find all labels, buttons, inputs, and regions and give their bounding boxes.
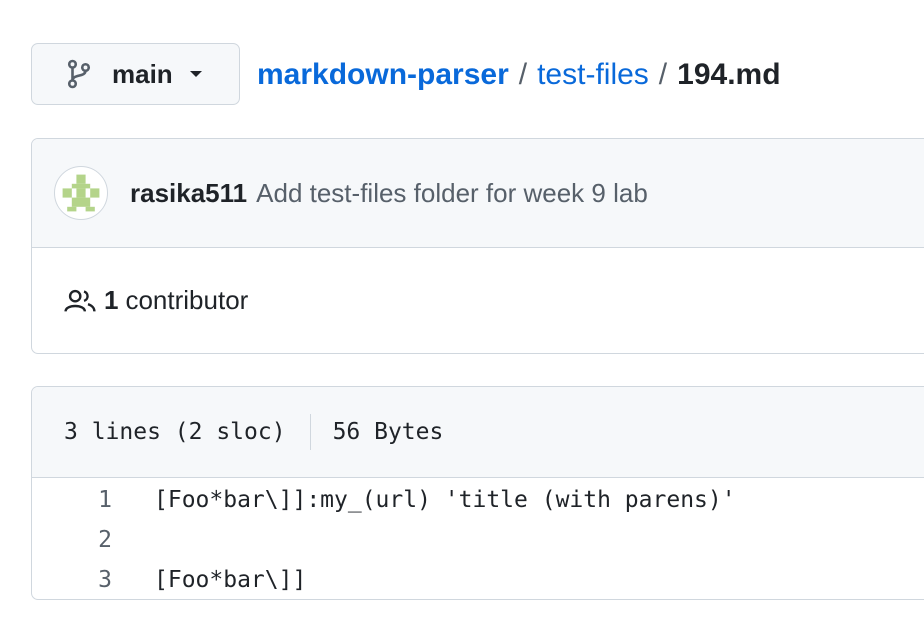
- breadcrumb-separator: /: [658, 58, 668, 91]
- contributor-count: 1: [104, 285, 119, 315]
- file-info-divider: [309, 414, 311, 450]
- file-size: 56 Bytes: [332, 419, 444, 445]
- contributor-label: contributor: [125, 285, 249, 315]
- commit-author-link[interactable]: rasika511: [130, 178, 247, 209]
- git-branch-icon: [66, 58, 94, 90]
- commit-header: rasika511 Add test-files folder for week…: [32, 139, 924, 248]
- code-line: 2: [32, 520, 924, 560]
- breadcrumb-separator: /: [518, 58, 528, 91]
- branch-selector-button[interactable]: main: [31, 43, 240, 105]
- line-number[interactable]: 2: [32, 527, 112, 553]
- code-view: 1 [Foo*bar\]]:my_(url) 'title (with pare…: [32, 478, 924, 599]
- file-info-header: 3 lines (2 sloc) 56 Bytes: [32, 387, 924, 478]
- file-line-count: 3 lines (2 sloc): [64, 419, 286, 445]
- breadcrumb-file-name: 194.md: [677, 58, 781, 91]
- breadcrumb-repo-link[interactable]: markdown-parser: [257, 58, 509, 92]
- file-viewer: 3 lines (2 sloc) 56 Bytes 1 [Foo*bar\]]:…: [31, 386, 924, 600]
- code-line: 3 [Foo*bar\]]: [32, 560, 924, 599]
- people-icon: [64, 287, 98, 315]
- branch-label: main: [112, 58, 173, 89]
- code-line: 1 [Foo*bar\]]:my_(url) 'title (with pare…: [32, 480, 924, 520]
- line-content: [Foo*bar\]]:my_(url) 'title (with parens…: [154, 487, 736, 513]
- line-number[interactable]: 1: [32, 487, 112, 513]
- contributors-row[interactable]: 1 contributor: [32, 248, 924, 353]
- avatar[interactable]: [54, 166, 108, 220]
- line-content: [Foo*bar\]]: [154, 567, 307, 593]
- caret-down-icon: [189, 66, 205, 82]
- line-number[interactable]: 3: [32, 567, 112, 593]
- latest-commit-box: rasika511 Add test-files folder for week…: [31, 138, 924, 354]
- breadcrumb: markdown-parser / test-files / 194.md: [257, 52, 781, 98]
- commit-message-link[interactable]: Add test-files folder for week 9 lab: [256, 178, 648, 209]
- breadcrumb-folder-link[interactable]: test-files: [537, 58, 649, 92]
